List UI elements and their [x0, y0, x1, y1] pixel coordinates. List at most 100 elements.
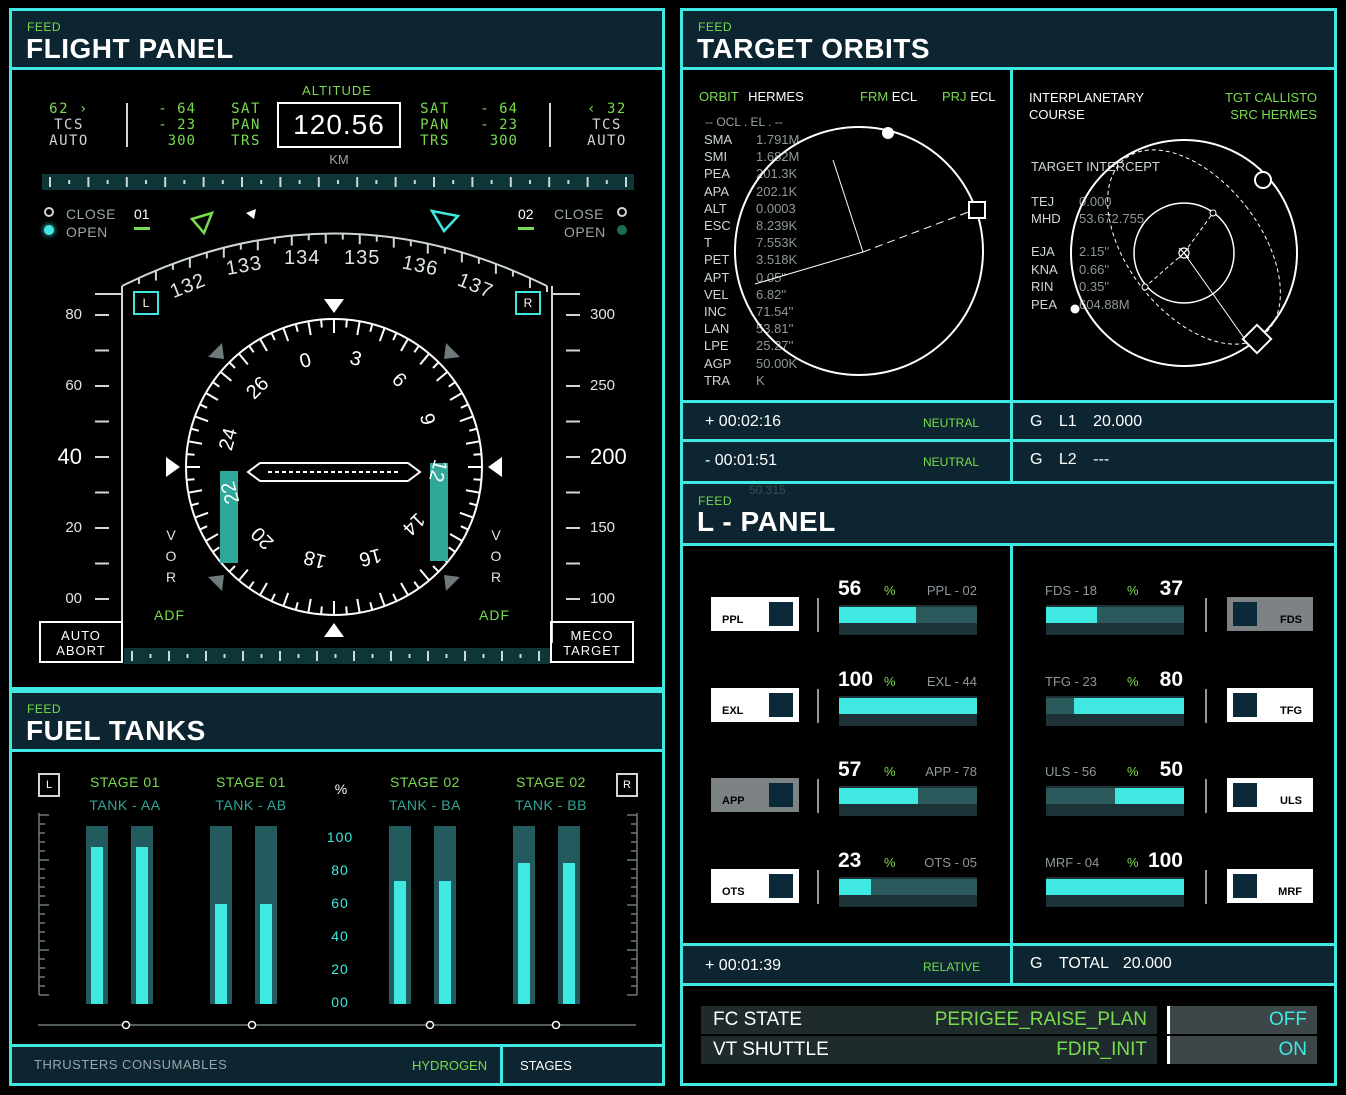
left-l-box[interactable]: L	[38, 773, 60, 797]
compass-tick	[259, 338, 268, 352]
coord: - 23	[158, 117, 196, 133]
interplanetary-course: INTERPLANETARY COURSE	[1029, 89, 1144, 123]
compass-tick	[432, 361, 440, 369]
l-pct: %	[884, 764, 896, 779]
fuel-tanks-header: FEED FUEL TANKS	[12, 693, 662, 752]
compass-tick	[468, 502, 478, 507]
compass-tick	[369, 323, 374, 333]
compass-tick	[356, 321, 361, 336]
toggle-on: ON	[1278, 1039, 1308, 1060]
compass-tick	[205, 392, 219, 401]
l-select-app[interactable]: APP	[711, 778, 799, 812]
feed-label: FEED	[698, 20, 733, 34]
l-code: PPL - 02	[926, 583, 977, 598]
intercept-key: RIN	[1031, 279, 1054, 294]
compass-tick	[459, 415, 474, 423]
r-select-mrf[interactable]: MRF	[1227, 868, 1313, 903]
r-select-fds[interactable]: FDS	[1227, 597, 1313, 631]
r-level-fill	[1046, 607, 1098, 623]
l-value: 56	[838, 577, 862, 600]
r-value: 100	[1147, 848, 1183, 872]
altitude-unit: KM	[329, 152, 349, 167]
fc-state-value: PERIGEE_RAISE_PLAN	[934, 1009, 1147, 1030]
stages-tab[interactable]: STAGES	[520, 1058, 572, 1073]
tgt-value: CALLISTO	[1254, 90, 1317, 105]
right-tcs-block: ‹ 32 TCS AUTO	[572, 101, 642, 149]
compass-tick	[460, 403, 469, 409]
right-tcs-value: ‹ 32	[587, 101, 627, 117]
select-label: PPL	[722, 614, 744, 626]
l-code: OTS - 05	[924, 854, 977, 870]
coord: 300	[167, 133, 196, 149]
right-auto-label: AUTO	[587, 133, 627, 149]
panel-title: FLIGHT PANEL	[26, 33, 234, 64]
stage01-aa-title: STAGE 01 TANK - AA	[80, 771, 170, 817]
r-level-bar	[1046, 695, 1184, 726]
select-label: APP	[722, 795, 745, 807]
fc-state-toggle[interactable]: OFF	[1167, 1006, 1317, 1034]
timer-row-1: + 00:02:16 NEUTRAL G L1 20.000	[683, 400, 1334, 442]
compass-tick	[378, 592, 386, 607]
l-select-ppl[interactable]: PPL	[711, 597, 799, 631]
select-indicator	[1233, 602, 1257, 626]
l-level-fill	[839, 788, 918, 804]
compass-tick	[400, 338, 409, 352]
trs-label: TRS	[231, 133, 261, 149]
r-select-tfg[interactable]: TFG	[1227, 687, 1313, 722]
frm-value: ECL	[891, 89, 918, 104]
left-target-box[interactable]: L	[133, 291, 159, 315]
intercept-key: MHD	[1031, 211, 1061, 226]
divider	[817, 869, 819, 904]
l-value: 57	[838, 758, 862, 781]
r-level-fill	[1115, 788, 1184, 804]
compass-tick	[205, 533, 219, 542]
l1-value: 20.000	[1093, 413, 1143, 430]
stage-label: STAGE 01	[90, 774, 160, 790]
l-level-track	[839, 878, 977, 895]
left-sat-labels: SAT PAN TRS	[224, 101, 268, 149]
right-scale-100: 100	[590, 590, 616, 607]
meco-target-button[interactable]: MECO TARGET	[550, 621, 634, 663]
feed-label: FEED	[27, 20, 62, 34]
compass-tick	[345, 606, 348, 615]
l-level-fill	[839, 607, 917, 623]
l-panel-header: FEED 50.315 L - PANEL	[683, 483, 1334, 546]
left-scale-60: 60	[65, 377, 82, 394]
compass-tick	[188, 440, 203, 445]
divider	[817, 598, 819, 632]
auto-abort-button[interactable]: AUTO ABORT	[39, 621, 123, 663]
vt-shuttle-toggle[interactable]: ON	[1167, 1036, 1317, 1064]
fc-state-label: FC STATE	[713, 1009, 803, 1030]
compass-tick	[432, 565, 440, 573]
l-select-exl[interactable]: EXL	[711, 687, 799, 722]
left-auto-label: AUTO	[49, 133, 89, 149]
l-level-bar	[839, 876, 977, 907]
compass-tick	[392, 593, 398, 602]
coord: - 23	[480, 117, 518, 133]
divider	[1010, 946, 1013, 983]
vt-shuttle-row: VT SHUTTLE FDIR_INIT	[701, 1036, 1157, 1064]
l-select-ots[interactable]: OTS	[711, 868, 799, 903]
right-target-box[interactable]: R	[515, 291, 541, 315]
sat-label: SAT	[231, 101, 261, 117]
altitude-label: ALTITUDE	[302, 83, 372, 98]
frm-header: FRM ECL	[860, 89, 917, 104]
pan-label: PAN	[231, 117, 261, 133]
src-label: SRC	[1230, 107, 1258, 122]
frm-label: FRM	[860, 89, 889, 104]
attitude-indicator	[95, 209, 580, 643]
compass-tick	[419, 352, 430, 365]
tgt-src: TGT CALLISTO SRC HERMES	[1183, 89, 1317, 123]
compass-tick	[473, 478, 482, 481]
right-sat-labels: SAT PAN TRS	[413, 101, 457, 149]
course-line: INTERPLANETARY	[1029, 90, 1145, 105]
top-tick-marks	[49, 177, 627, 187]
select-label: MRF	[1278, 885, 1302, 898]
right-r-box[interactable]: R	[616, 773, 638, 797]
r-select-uls[interactable]: ULS	[1227, 778, 1313, 812]
select-label: TFG	[1280, 704, 1302, 717]
stage-label: STAGE 02	[516, 774, 586, 790]
compass-tick	[228, 565, 236, 573]
vor-left: V O R	[164, 525, 178, 588]
hydrogen-tab[interactable]: HYDROGEN	[412, 1058, 487, 1073]
